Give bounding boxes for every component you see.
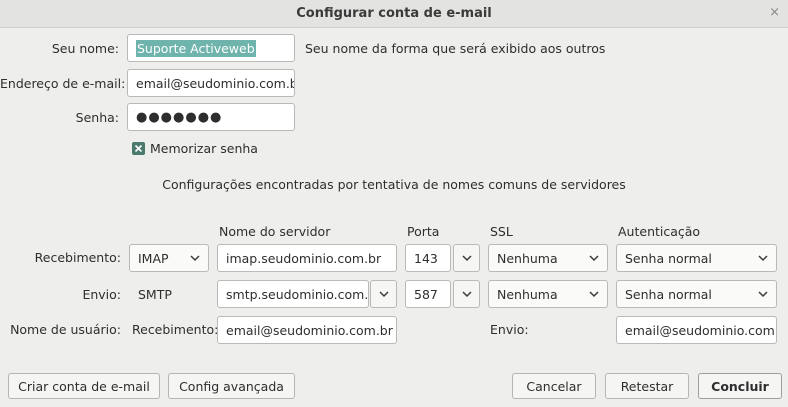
chevron-down-icon [190,253,200,263]
incoming-host-field[interactable]: imap.seudominio.com.br [217,244,397,272]
password-field[interactable]: ●●●●●●● [127,103,295,131]
outgoing-ssl-value: Nenhuma [497,286,558,302]
username-incoming-label: Recebimento: [132,322,219,337]
incoming-port-field[interactable]: 143 [405,244,451,272]
incoming-protocol-value: IMAP [138,250,169,266]
username-label: Nome de usuário: [10,322,121,337]
chevron-down-icon [758,253,768,263]
outgoing-auth-select[interactable]: Senha normal [616,280,777,308]
outgoing-auth-value: Senha normal [625,286,712,302]
incoming-ssl-value: Nenhuma [497,250,558,266]
incoming-auth-value: Senha normal [625,250,712,266]
retest-button[interactable]: Retestar [605,373,689,399]
outgoing-protocol: SMTP [138,287,172,302]
outgoing-port-value: 587 [414,286,438,302]
header-ssl: SSL [490,224,513,239]
incoming-auth-select[interactable]: Senha normal [616,244,777,272]
incoming-port-dropdown[interactable] [453,244,480,272]
incoming-host-value: imap.seudominio.com.br [226,250,382,266]
outgoing-port-dropdown[interactable] [453,280,480,308]
remember-password-label: Memorizar senha [150,141,258,156]
email-field[interactable]: email@seudominio.com.br [127,69,295,97]
password-value: ●●●●●●● [136,109,223,125]
name-label: Seu nome: [51,41,119,56]
header-server-name: Nome do servidor [219,224,331,239]
chevron-down-icon [461,289,472,299]
outgoing-ssl-select[interactable]: Nenhuma [488,280,608,308]
checkmark-icon [132,142,145,155]
chevron-down-icon [589,289,599,299]
outgoing-port-field[interactable]: 587 [405,280,451,308]
incoming-port-value: 143 [414,250,438,266]
username-incoming-field[interactable]: email@seudominio.com.br [217,316,397,344]
chevron-down-icon [378,289,389,299]
email-value: email@seudominio.com.br [136,75,295,91]
header-auth: Autenticação [618,224,701,239]
chevron-down-icon [758,289,768,299]
chevron-down-icon [461,253,472,263]
advanced-config-button[interactable]: Config avançada [168,373,295,399]
name-hint: Seu nome da forma que será exibido aos o… [305,41,606,56]
outgoing-host-dropdown[interactable] [370,280,397,308]
outgoing-host-field[interactable]: smtp.seudominio.com.br [217,280,369,308]
incoming-protocol-select[interactable]: IMAP [129,244,209,272]
chevron-down-icon [589,253,599,263]
name-field[interactable]: Suporte Activeweb [127,34,295,62]
name-value: Suporte Activeweb [136,39,256,57]
header-port: Porta [407,224,440,239]
incoming-ssl-select[interactable]: Nenhuma [488,244,608,272]
incoming-label: Recebimento: [34,250,121,265]
close-icon[interactable]: × [769,5,780,20]
outgoing-host-value: smtp.seudominio.com.br [226,286,369,302]
window-title: Configurar conta de e-mail [296,6,492,21]
done-button[interactable]: Concluir [698,373,782,399]
cancel-button[interactable]: Cancelar [512,373,596,399]
remember-password-checkbox[interactable]: Memorizar senha [132,141,258,156]
username-outgoing-value: email@seudominio.com.b [625,322,777,338]
create-account-button[interactable]: Criar conta de e-mail [8,373,160,399]
outgoing-label: Envio: [82,287,121,302]
username-outgoing-field[interactable]: email@seudominio.com.b [616,316,777,344]
username-incoming-value: email@seudominio.com.br [226,322,393,338]
email-label: Endereço de e-mail: [0,76,126,91]
status-message: Configurações encontradas por tentativa … [162,177,626,192]
username-outgoing-label: Envio: [490,322,529,337]
password-label: Senha: [75,110,119,125]
